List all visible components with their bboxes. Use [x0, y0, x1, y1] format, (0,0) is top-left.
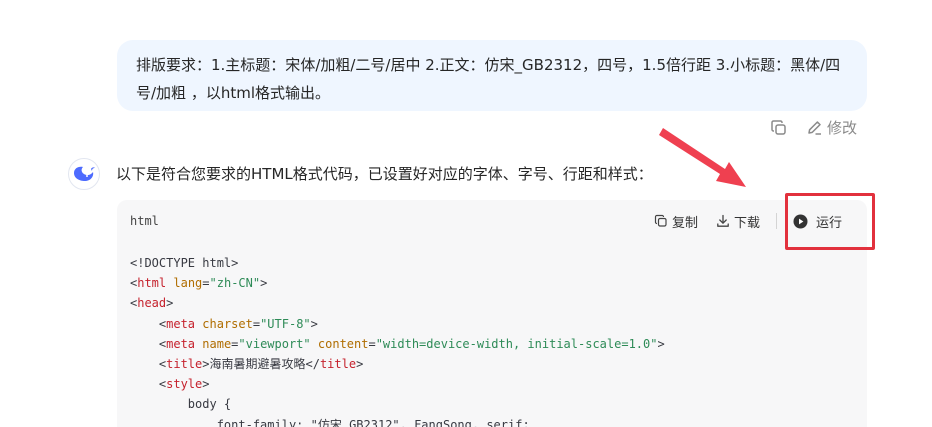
code-line: <head>	[130, 293, 854, 313]
code-content: <!DOCTYPE html> <html lang="zh-CN"> <head>…	[117, 242, 867, 427]
code-line: <!DOCTYPE html>	[130, 253, 854, 273]
code-token: >	[202, 377, 210, 392]
code-token: "width=device-width, initial-scale=1.0"	[375, 336, 658, 351]
code-token: charset	[202, 316, 253, 331]
code-token: >	[356, 357, 364, 372]
code-token: <	[130, 357, 167, 372]
code-line: body {	[130, 394, 854, 414]
code-token: "UTF-8"	[260, 316, 311, 331]
code-token: head	[137, 296, 167, 311]
download-code-label: 下载	[733, 215, 760, 231]
code-line: <title>海南暑期避暑攻略</title>	[130, 354, 854, 374]
arrow-shaft	[659, 128, 746, 187]
code-token: =	[202, 276, 210, 291]
code-token: <!DOCTYPE html>	[130, 256, 239, 270]
code-line: <style>	[130, 374, 854, 394]
code-token: title	[319, 357, 357, 372]
run-button-highlight-box	[785, 193, 875, 250]
code-token: body {	[130, 397, 232, 412]
code-token: name	[202, 336, 232, 351]
code-token: style	[166, 377, 203, 392]
user-message-bubble: 排版要求：1.主标题：宋体/加粗/二号/居中 2.正文：仿宋_GB2312，四号…	[117, 40, 867, 111]
edit-message-label: 修改	[827, 119, 858, 137]
code-token: font-family: "仿宋_GB2312", FangSong, seri…	[130, 417, 530, 427]
code-token: meta	[166, 336, 196, 351]
copy-message-button[interactable]	[770, 119, 788, 137]
code-token: meta	[166, 316, 196, 331]
user-message-text: 排版要求：1.主标题：宋体/加粗/二号/居中 2.正文：仿宋_GB2312，四号…	[136, 56, 841, 102]
copy-code-button[interactable]: 复制	[654, 212, 698, 231]
whale-logo-icon	[74, 166, 95, 181]
copy-code-label: 复制	[671, 215, 698, 231]
code-line: <html lang="zh-CN">	[130, 273, 854, 293]
user-message-actions: 修改	[770, 117, 857, 138]
code-token: "viewport"	[238, 336, 311, 351]
copy-icon	[654, 214, 667, 227]
assistant-avatar	[68, 158, 100, 190]
edit-icon	[808, 121, 821, 135]
code-token: title	[166, 357, 203, 372]
code-token: <	[130, 377, 167, 392]
assistant-intro-text: 以下是符合您要求的HTML格式代码，已设置好对应的字体、字号、行距和样式：	[116, 165, 653, 183]
code-token: >	[657, 336, 665, 351]
code-token: </	[305, 357, 320, 372]
code-token: content	[317, 336, 369, 351]
code-token: <	[130, 316, 167, 331]
code-language-label: html	[130, 214, 159, 228]
toolbar-divider	[775, 213, 777, 229]
code-token: 海南暑期避暑攻略	[209, 357, 306, 372]
code-token: >	[310, 316, 318, 331]
code-token: lang	[173, 276, 203, 291]
code-token: html	[137, 276, 167, 291]
code-token: >	[166, 296, 174, 311]
code-token: "zh-CN"	[209, 276, 261, 291]
code-line: font-family: "仿宋_GB2312", FangSong, seri…	[130, 415, 854, 427]
download-code-button[interactable]: 下载	[716, 212, 760, 231]
code-token: =	[368, 336, 376, 351]
code-block: html 复制 下载 运行 <!DOCTYPE html> <html lang…	[117, 200, 867, 427]
code-block-header: html 复制 下载 运行	[117, 200, 867, 242]
edit-message-button[interactable]: 修改	[806, 117, 857, 138]
code-token: <	[130, 336, 167, 351]
code-token: >	[260, 276, 268, 291]
code-line: <meta charset="UTF-8">	[130, 314, 854, 334]
code-line: <meta name="viewport" content="width=dev…	[130, 334, 854, 354]
code-token: =	[252, 316, 261, 331]
copy-icon	[771, 119, 786, 135]
download-icon	[717, 214, 729, 227]
